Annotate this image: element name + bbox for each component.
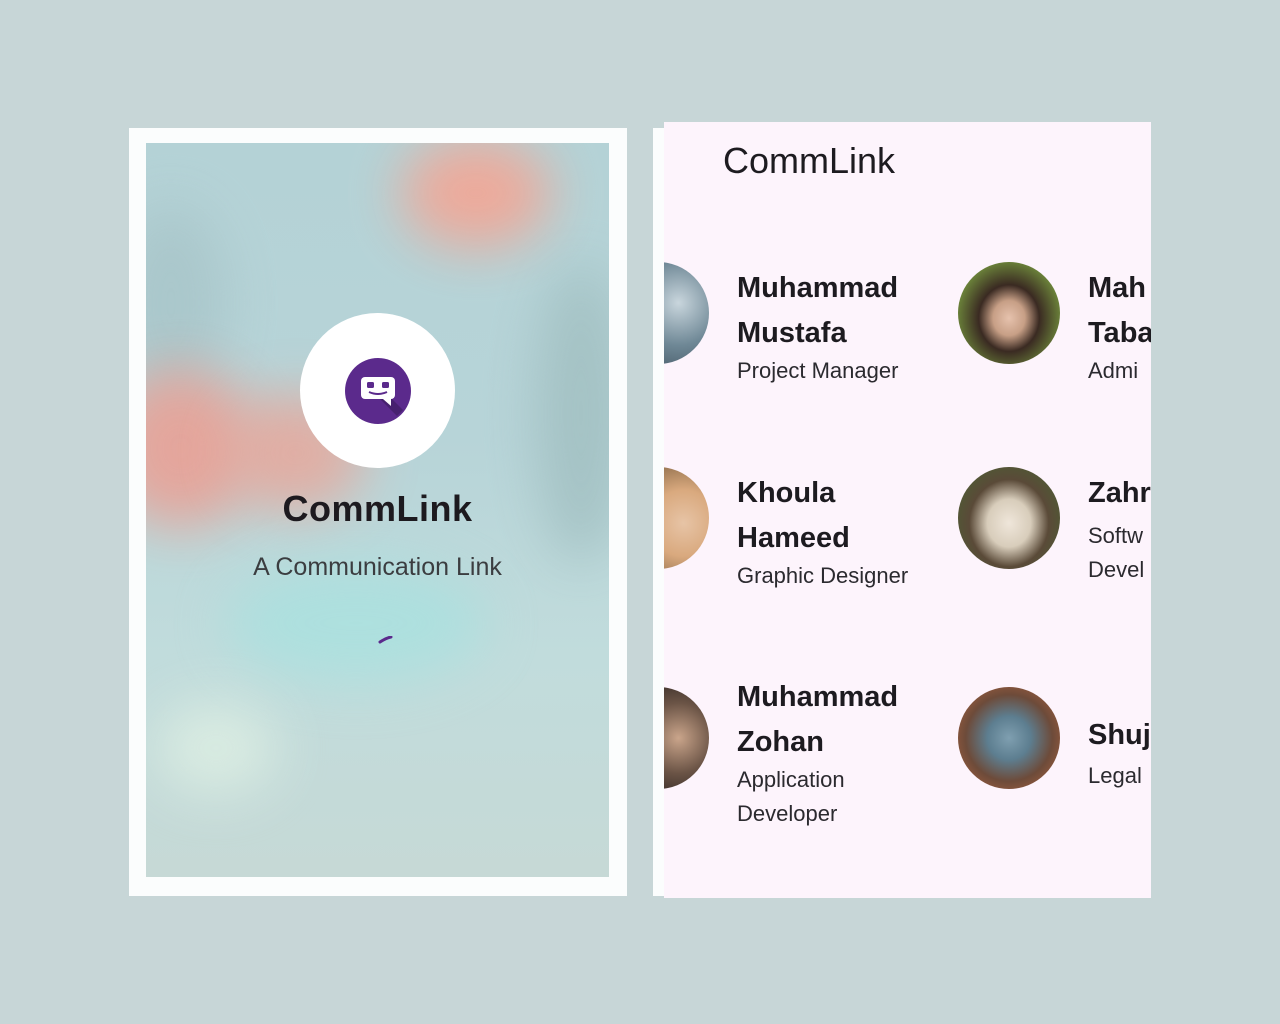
splash-app-name: CommLink bbox=[282, 488, 473, 529]
background-bokeh bbox=[401, 143, 551, 248]
member-card[interactable]: Muhammad Mustafa Project Manager bbox=[664, 262, 927, 452]
member-role: Admi bbox=[1088, 358, 1139, 383]
member-name: Zahr bbox=[1088, 477, 1151, 509]
member-role: Graphic Designer bbox=[737, 563, 909, 588]
member-name: Khoula Hameed bbox=[737, 477, 850, 554]
member-card[interactable]: Shuj Legal bbox=[958, 687, 1151, 877]
app-bar-title: CommLink bbox=[723, 140, 896, 181]
splash-tagline: A Communication Link bbox=[253, 553, 502, 581]
member-role: Project Manager bbox=[737, 358, 899, 383]
member-role: Softw Devel bbox=[1088, 523, 1145, 582]
member-avatar bbox=[958, 467, 1060, 569]
member-name: Muhammad Zohan bbox=[737, 681, 899, 758]
splash-screen: CommLink A Communication Link bbox=[146, 143, 609, 877]
member-card[interactable]: Zahr Softw Devel bbox=[958, 467, 1151, 657]
member-role: Application Developer bbox=[737, 767, 845, 826]
splash-screen-frame: CommLink A Communication Link bbox=[129, 128, 627, 896]
chat-bot-icon bbox=[344, 357, 411, 424]
member-role: Legal bbox=[1088, 763, 1142, 788]
member-name: Shuj bbox=[1088, 719, 1151, 751]
member-card[interactable]: Muhammad Zohan Application Developer bbox=[664, 681, 927, 877]
member-avatar bbox=[664, 262, 709, 364]
member-name: Mah Taba bbox=[1088, 272, 1151, 349]
background-bokeh bbox=[156, 703, 276, 793]
member-avatar bbox=[664, 687, 709, 789]
member-name: Muhammad Mustafa bbox=[737, 272, 899, 349]
member-avatar bbox=[958, 687, 1060, 789]
team-list-screen: CommLink Muhammad Mustafa Project Manage… bbox=[664, 122, 1151, 898]
member-card[interactable]: Mah Taba Admi bbox=[958, 262, 1151, 452]
member-avatar bbox=[664, 467, 709, 569]
app-logo bbox=[300, 313, 455, 468]
member-avatar bbox=[958, 262, 1060, 364]
loading-spinner bbox=[378, 636, 393, 644]
member-card[interactable]: Khoula Hameed Graphic Designer bbox=[664, 467, 927, 657]
